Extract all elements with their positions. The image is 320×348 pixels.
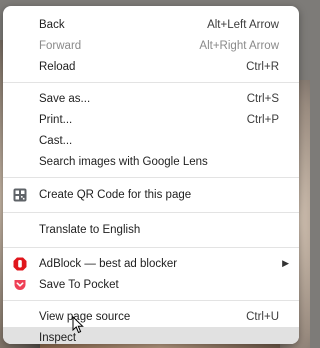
menu-item-shortcut: Alt+Left Arrow <box>207 18 279 31</box>
menu-item-save-to-pocket[interactable]: Save To Pocket <box>3 274 299 295</box>
menu-item-shortcut: Ctrl+S <box>246 92 279 105</box>
menu-separator <box>3 177 299 178</box>
menu-item-back[interactable]: Back Alt+Left Arrow <box>3 14 299 35</box>
context-menu: Back Alt+Left Arrow Forward Alt+Right Ar… <box>3 6 299 344</box>
menu-separator <box>3 247 299 248</box>
menu-item-label: Save To Pocket <box>39 278 119 291</box>
menu-item-shortcut: Ctrl+R <box>246 60 279 73</box>
menu-item-print[interactable]: Print... Ctrl+P <box>3 109 299 130</box>
menu-item-label: Save as... <box>39 92 91 105</box>
menu-item-inspect[interactable]: Inspect <box>3 327 299 344</box>
pocket-icon <box>14 279 26 290</box>
menu-item-shortcut: Ctrl+U <box>246 310 279 323</box>
menu-item-label: Print... <box>39 113 73 126</box>
menu-item-google-lens[interactable]: Search images with Google Lens <box>3 151 299 172</box>
adblock-icon <box>13 257 27 270</box>
menu-separator <box>3 300 299 301</box>
menu-item-shortcut: Ctrl+P <box>246 113 279 126</box>
menu-item-translate[interactable]: Translate to English <box>3 218 299 242</box>
menu-item-create-qr-code[interactable]: Create QR Code for this page <box>3 183 299 207</box>
menu-item-label: Forward <box>39 39 82 52</box>
menu-item-reload[interactable]: Reload Ctrl+R <box>3 56 299 77</box>
menu-item-label: AdBlock — best ad blocker <box>39 257 178 270</box>
menu-item-label: Reload <box>39 60 76 73</box>
menu-item-label: View page source <box>39 310 131 323</box>
qr-code-icon <box>13 188 27 202</box>
menu-separator <box>3 82 299 83</box>
menu-item-label: Back <box>39 18 65 31</box>
menu-item-save-as[interactable]: Save as... Ctrl+S <box>3 88 299 109</box>
menu-item-label: Search images with Google Lens <box>39 155 208 168</box>
menu-item-view-page-source[interactable]: View page source Ctrl+U <box>3 306 299 327</box>
menu-item-label: Translate to English <box>39 224 141 236</box>
menu-item-cast[interactable]: Cast... <box>3 130 299 151</box>
mouse-pointer-icon <box>72 316 84 334</box>
menu-item-shortcut: Alt+Right Arrow <box>199 39 279 52</box>
menu-item-label: Create QR Code for this page <box>39 189 192 201</box>
menu-item-adblock[interactable]: AdBlock — best ad blocker ▶ <box>3 253 299 274</box>
submenu-arrow-icon: ▶ <box>282 258 289 268</box>
menu-item-label: Cast... <box>39 134 73 147</box>
menu-item-forward[interactable]: Forward Alt+Right Arrow <box>3 35 299 56</box>
menu-separator <box>3 212 299 213</box>
